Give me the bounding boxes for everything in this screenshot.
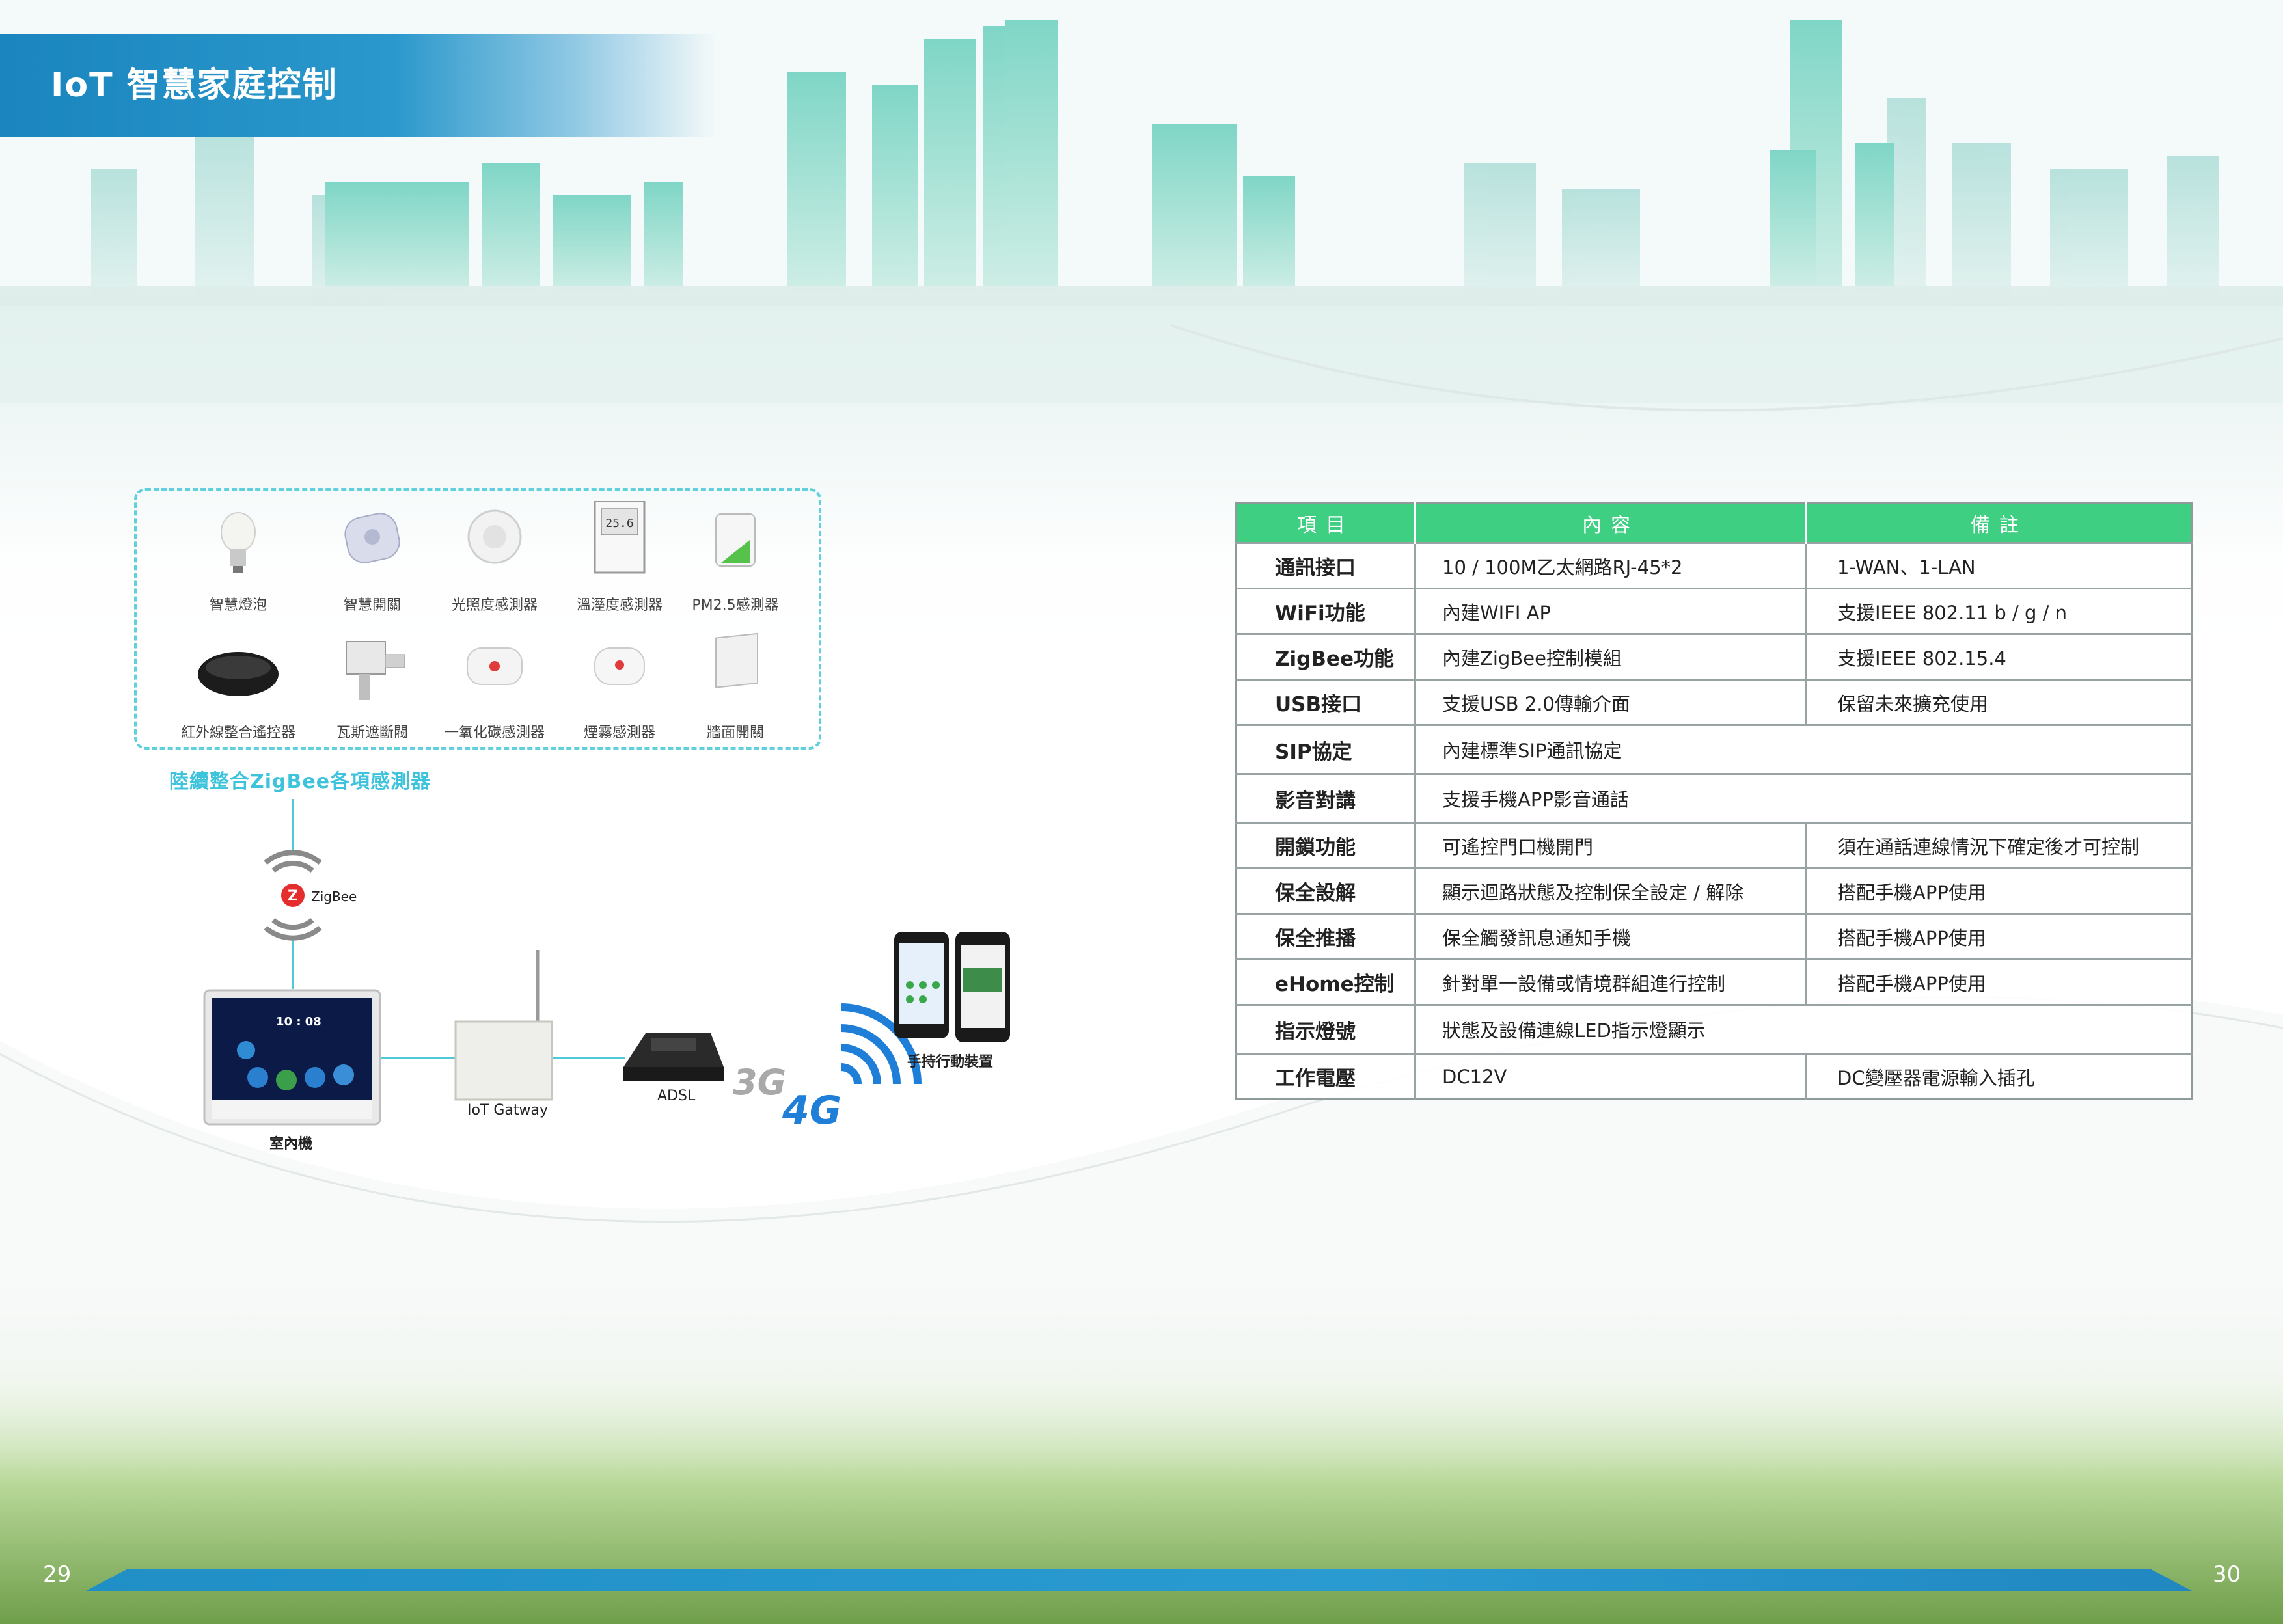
mobile-phones-device bbox=[894, 932, 1010, 1042]
table-row: 指示燈號 狀態及設備連線LED指示燈顯示 bbox=[1236, 1004, 2193, 1054]
table-row: 通訊接口 10 / 100M乙太網路RJ-45*2 1-WAN、1-LAN bbox=[1236, 542, 2193, 589]
row-note: 搭配手機APP使用 bbox=[1806, 913, 2193, 960]
row-note: 保留未來擴充使用 bbox=[1806, 679, 2193, 725]
table-row: 影音對講 支援手機APP影音通話 bbox=[1236, 773, 2193, 823]
row-item: 指示燈號 bbox=[1236, 1004, 1416, 1054]
table-row: 保全推播 保全觸發訊息通知手機 搭配手機APP使用 bbox=[1236, 913, 2193, 960]
iot-gateway-device bbox=[454, 950, 553, 1101]
3g-label: 3G bbox=[733, 1062, 786, 1103]
table-row: WiFi功能 內建WIFI AP 支援IEEE 802.11 b / g / n bbox=[1236, 588, 2193, 634]
row-note: 搭配手機APP使用 bbox=[1806, 958, 2193, 1005]
row-content: 針對單一設備或情境群組進行控制 bbox=[1415, 958, 1807, 1005]
mobile-device-label: 手持行動裝置 bbox=[907, 1054, 994, 1070]
row-note: 支援IEEE 802.15.4 bbox=[1806, 633, 2193, 680]
indoor-unit-device bbox=[203, 989, 381, 1126]
adsl-modem-device bbox=[623, 1033, 724, 1081]
row-content: 狀態及設備連線LED指示燈顯示 bbox=[1415, 1004, 2193, 1054]
4g-label: 4G bbox=[782, 1088, 841, 1133]
row-note: 1-WAN、1-LAN bbox=[1806, 542, 2193, 589]
header-item: 項目 bbox=[1236, 503, 1416, 543]
row-content: 內建ZigBee控制模組 bbox=[1415, 633, 1807, 680]
row-item: 保全設解 bbox=[1236, 867, 1416, 914]
row-item: 通訊接口 bbox=[1236, 542, 1416, 589]
table-row: eHome控制 針對單一設備或情境群組進行控制 搭配手機APP使用 bbox=[1236, 958, 2193, 1005]
table-row: 工作電壓 DC12V DC變壓器電源輸入插孔 bbox=[1236, 1053, 2193, 1100]
table-row: USB接口 支援USB 2.0傳輸介面 保留未來擴充使用 bbox=[1236, 679, 2193, 725]
table-row: ZigBee功能 內建ZigBee控制模組 支援IEEE 802.15.4 bbox=[1236, 633, 2193, 680]
indoor-unit-label: 室內機 bbox=[269, 1136, 313, 1152]
page-number-left: 29 bbox=[43, 1562, 72, 1588]
row-item: 開鎖功能 bbox=[1236, 822, 1416, 869]
row-note: DC變壓器電源輸入插孔 bbox=[1806, 1053, 2193, 1100]
header-note: 備註 bbox=[1806, 503, 2193, 543]
page-number-right: 30 bbox=[2213, 1562, 2241, 1588]
row-item: ZigBee功能 bbox=[1236, 633, 1416, 680]
row-item: 工作電壓 bbox=[1236, 1053, 1416, 1100]
row-item: 影音對講 bbox=[1236, 773, 1416, 823]
table-row: 開鎖功能 可遙控門口機開門 須在通話連線情況下確定後才可控制 bbox=[1236, 822, 2193, 869]
spec-table: 項目 內容 備註 通訊接口 10 / 100M乙太網路RJ-45*2 1-WAN… bbox=[1235, 502, 2193, 1100]
row-item: SIP協定 bbox=[1236, 724, 1416, 774]
zigbee-label: ZigBee bbox=[311, 889, 357, 904]
row-content: 內建標準SIP通訊協定 bbox=[1415, 724, 2193, 774]
row-note: 須在通話連線情況下確定後才可控制 bbox=[1806, 822, 2193, 869]
footer-bar bbox=[85, 1569, 2193, 1591]
row-item: eHome控制 bbox=[1236, 958, 1416, 1005]
row-note: 支援IEEE 802.11 b / g / n bbox=[1806, 588, 2193, 634]
row-content: 內建WIFI AP bbox=[1415, 588, 1807, 634]
row-note: 搭配手機APP使用 bbox=[1806, 867, 2193, 914]
table-row: 保全設解 顯示迴路狀態及控制保全設定 / 解除 搭配手機APP使用 bbox=[1236, 867, 2193, 914]
indoor-unit-time: 10 : 08 bbox=[276, 1015, 321, 1029]
row-item: 保全推播 bbox=[1236, 913, 1416, 960]
row-content: 10 / 100M乙太網路RJ-45*2 bbox=[1415, 542, 1807, 589]
row-content: DC12V bbox=[1415, 1053, 1807, 1100]
row-content: 可遙控門口機開門 bbox=[1415, 822, 1807, 869]
svg-text:Z: Z bbox=[288, 888, 298, 904]
table-row: SIP協定 內建標準SIP通訊協定 bbox=[1236, 724, 2193, 774]
row-content: 支援USB 2.0傳輸介面 bbox=[1415, 679, 1807, 725]
header-content: 內容 bbox=[1415, 503, 1807, 543]
table-header-row: 項目 內容 備註 bbox=[1236, 503, 2193, 543]
adsl-label: ADSL bbox=[657, 1088, 696, 1104]
row-content: 顯示迴路狀態及控制保全設定 / 解除 bbox=[1415, 867, 1807, 914]
row-content: 支援手機APP影音通話 bbox=[1415, 773, 2193, 823]
row-content: 保全觸發訊息通知手機 bbox=[1415, 913, 1807, 960]
row-item: USB接口 bbox=[1236, 679, 1416, 725]
row-item: WiFi功能 bbox=[1236, 588, 1416, 634]
iot-gateway-label: IoT Gatway bbox=[467, 1102, 549, 1118]
brochure-page: IoT 智慧家庭控制 智慧燈泡 智慧開關 光照度感測器 25.6 溫溼度感測器 bbox=[0, 0, 2283, 1624]
